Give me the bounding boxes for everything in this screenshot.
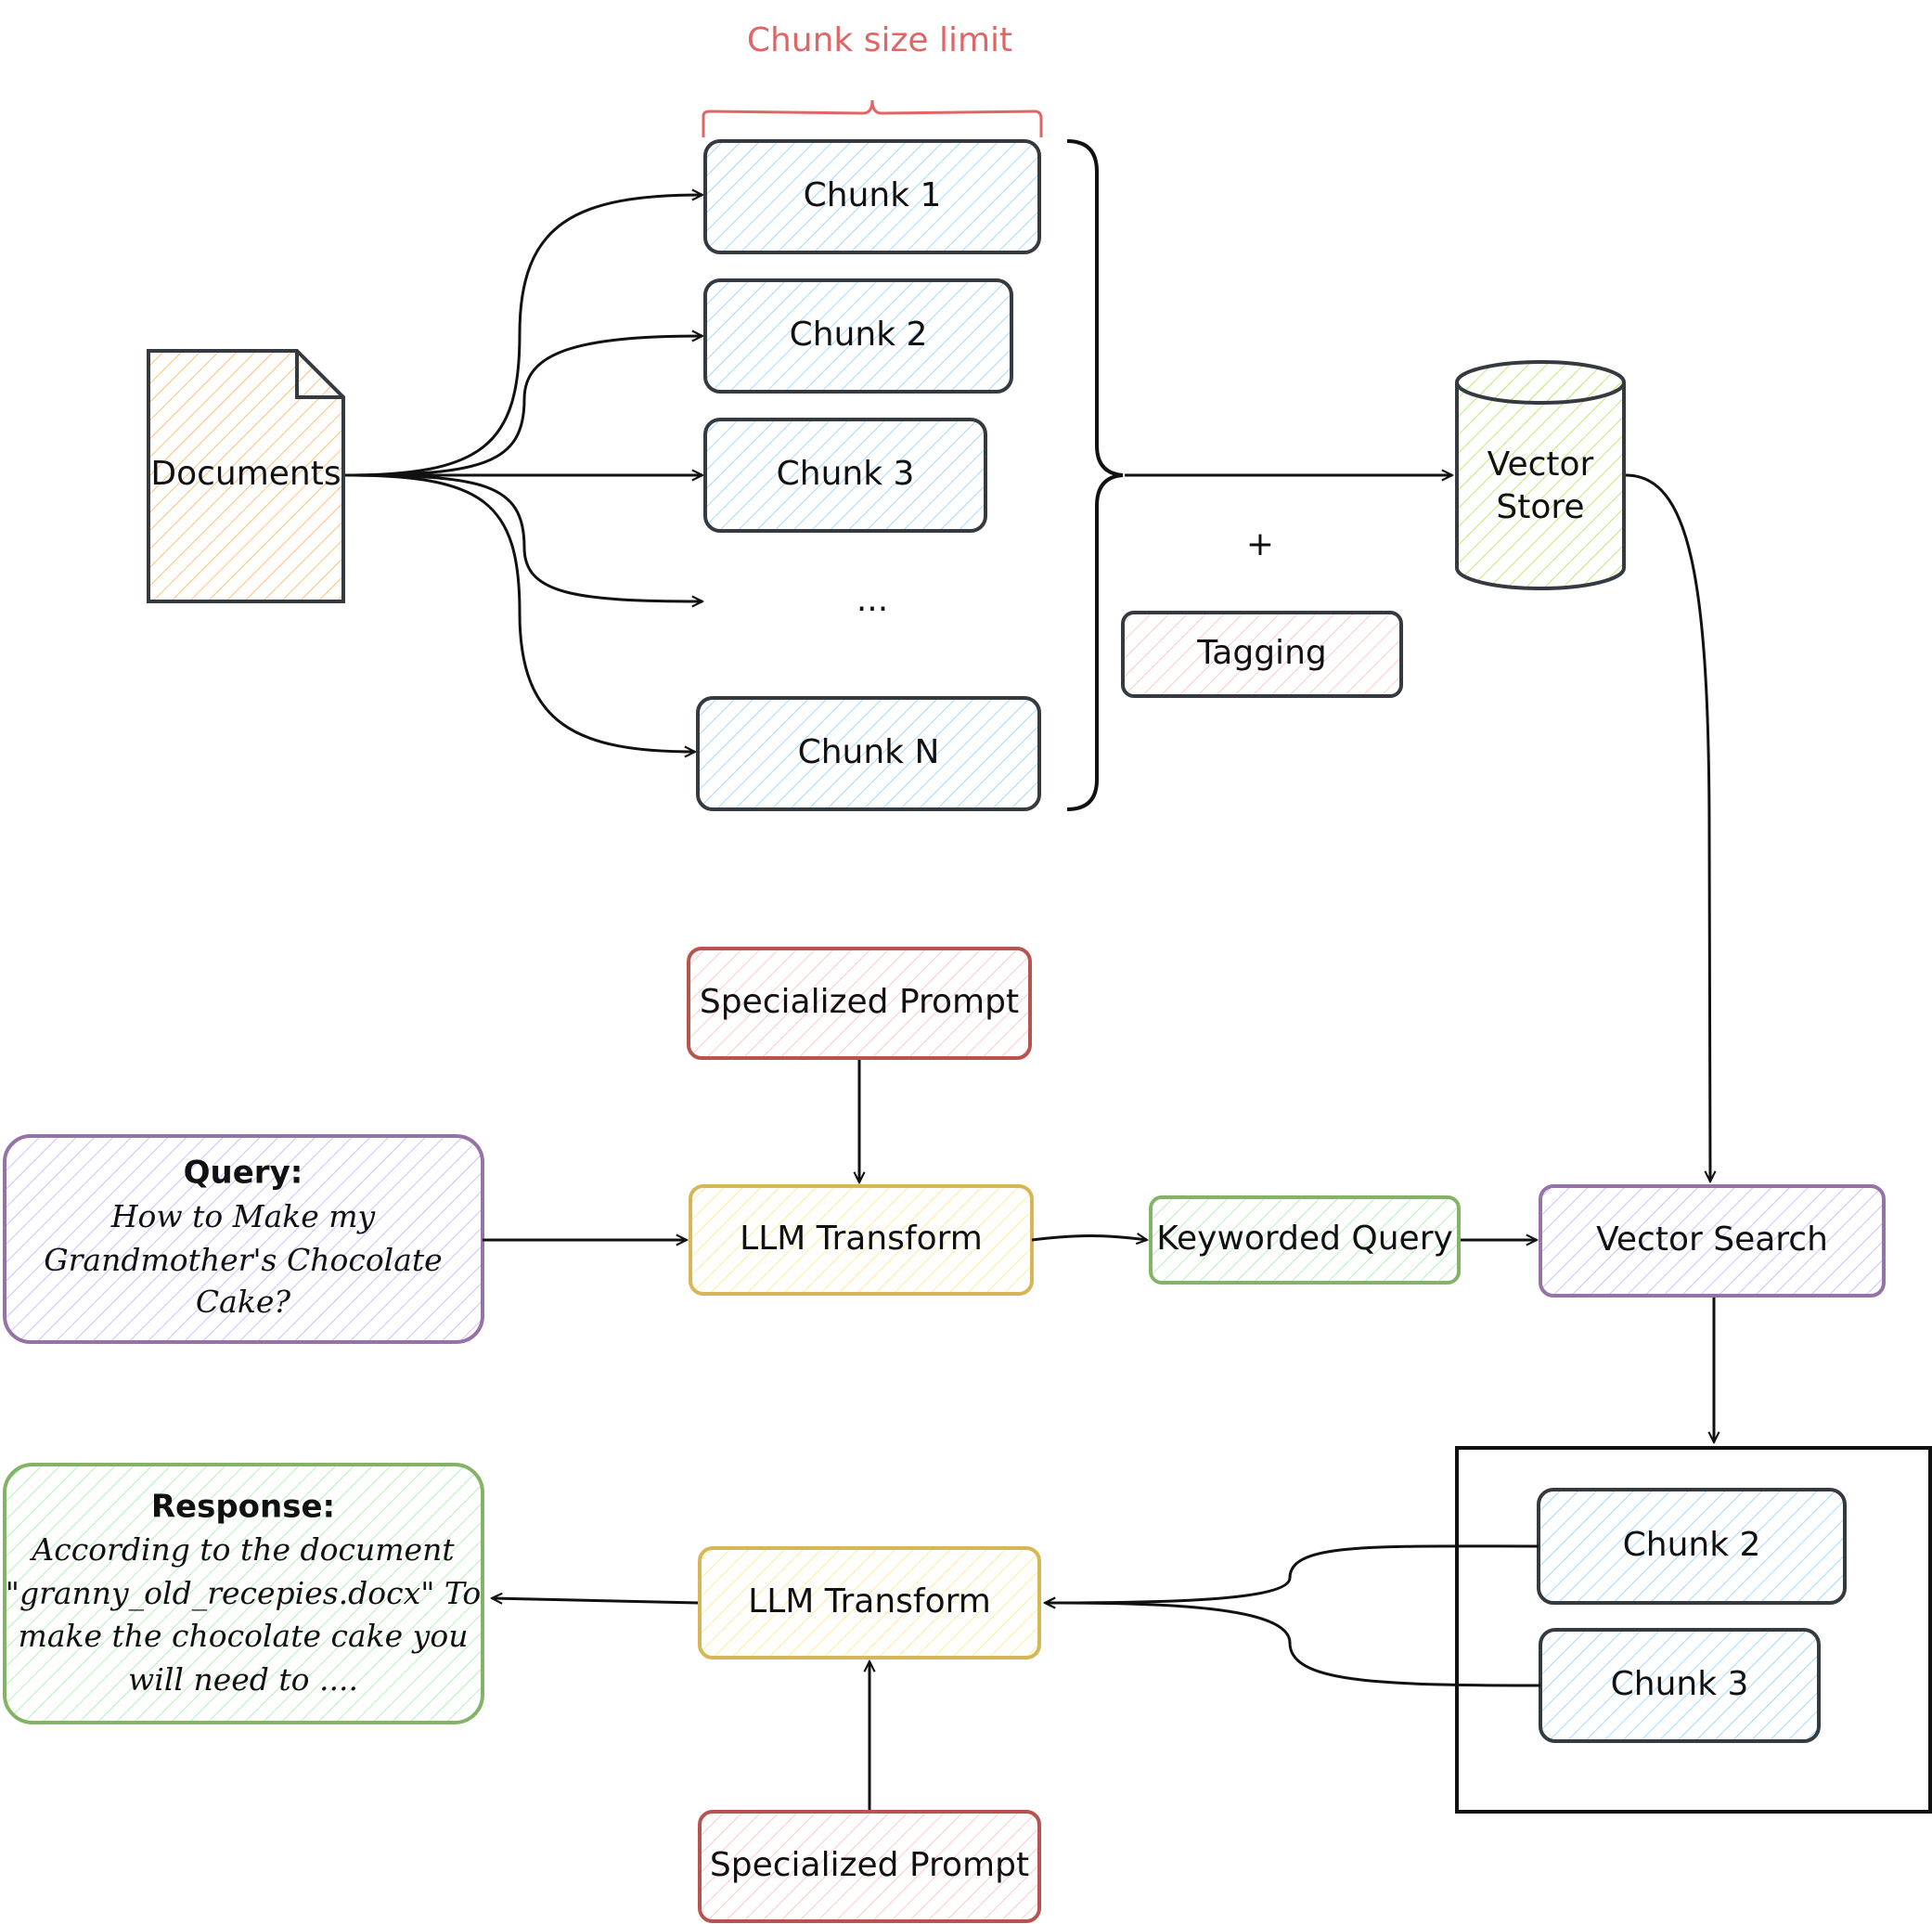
specialized-prompt-top-node[interactable]: Specialized Prompt — [687, 947, 1032, 1060]
chunks-group-brace — [1066, 139, 1124, 811]
plus-sign: + — [1246, 525, 1274, 563]
edge-documents-chunk2 — [344, 336, 702, 477]
query-title: Query: — [184, 1155, 303, 1192]
documents-label: Documents — [150, 455, 341, 493]
chunk-ellipsis: ... — [857, 581, 888, 619]
specialized-prompt-bottom-label: Specialized Prompt — [710, 1846, 1029, 1884]
response-title: Response: — [151, 1489, 335, 1526]
vector-search-label: Vector Search — [1596, 1220, 1828, 1259]
llm-transform-bottom-node[interactable]: LLM Transform — [698, 1546, 1041, 1659]
chunk-n-node[interactable]: Chunk N — [696, 696, 1041, 811]
chunk-2-label: Chunk 2 — [790, 316, 928, 354]
result-chunk-3-node[interactable]: Chunk 3 — [1539, 1628, 1821, 1743]
chunk-n-label: Chunk N — [798, 733, 940, 771]
edge-documents-ellipsis — [344, 473, 702, 601]
vector-store-node[interactable]: Vector Store — [1455, 360, 1626, 590]
edge-result-chunk2-llm-bottom — [1045, 1544, 1539, 1603]
response-text-line2: "granny_old_recepies.docx" To — [6, 1575, 481, 1612]
vector-store-label-line2: Store — [1496, 488, 1584, 526]
keyworded-query-label: Keyworded Query — [1156, 1220, 1453, 1258]
response-text-line1: According to the document — [29, 1531, 455, 1568]
tagging-node[interactable]: Tagging — [1121, 611, 1403, 698]
vector-search-node[interactable]: Vector Search — [1539, 1184, 1886, 1298]
chunk-1-node[interactable]: Chunk 1 — [703, 139, 1041, 254]
result-chunk-3-label: Chunk 3 — [1611, 1665, 1749, 1703]
chunk-2-node[interactable]: Chunk 2 — [703, 278, 1013, 394]
specialized-prompt-top-label: Specialized Prompt — [700, 983, 1019, 1021]
edge-vector-store-vector-search — [1625, 473, 1710, 1182]
response-text-line3: make the chocolate cake you — [19, 1618, 469, 1654]
tagging-label: Tagging — [1196, 634, 1326, 672]
chunk-size-brace — [702, 99, 1043, 137]
query-text-line2: Grandmother's Chocolate — [44, 1242, 442, 1278]
specialized-prompt-bottom-node[interactable]: Specialized Prompt — [698, 1810, 1041, 1923]
result-chunk-2-node[interactable]: Chunk 2 — [1537, 1488, 1847, 1605]
search-results-group: Chunk 2 Chunk 3 — [1455, 1446, 1932, 1814]
diagram-canvas: Chunk size limit Documents Chunk 1 Chunk… — [3, 21, 1932, 1923]
response-text-line4: will need to .... — [128, 1661, 358, 1698]
cylinder-top — [1455, 360, 1626, 405]
edge-llm-keyworded-query — [1031, 1236, 1147, 1241]
chunk-1-label: Chunk 1 — [804, 176, 942, 214]
llm-transform-top-label: LLM Transform — [740, 1220, 983, 1258]
chunk-3-node[interactable]: Chunk 3 — [703, 418, 987, 533]
query-node[interactable]: Query: How to Make my Grandmother's Choc… — [3, 1134, 484, 1344]
chunk-size-limit-label: Chunk size limit — [747, 21, 1012, 59]
chunk-3-label: Chunk 3 — [777, 455, 915, 493]
result-chunk-2-label: Chunk 2 — [1623, 1526, 1761, 1564]
cylinder-body — [1455, 382, 1626, 590]
query-text-line1: How to Make my — [110, 1198, 376, 1234]
keyworded-query-node[interactable]: Keyworded Query — [1149, 1195, 1461, 1285]
edge-result-chunk3-llm-bottom — [1045, 1603, 1541, 1687]
response-node[interactable]: Response: According to the document "gra… — [3, 1463, 484, 1724]
documents-node[interactable]: Documents — [147, 349, 345, 603]
edge-documents-chunk1 — [344, 195, 702, 477]
llm-transform-top-node[interactable]: LLM Transform — [689, 1184, 1034, 1296]
llm-transform-bottom-label: LLM Transform — [748, 1582, 991, 1621]
vector-store-label-line1: Vector — [1488, 445, 1594, 484]
query-text-line3: Cake? — [196, 1284, 290, 1320]
edge-llm-bottom-response — [492, 1598, 699, 1603]
